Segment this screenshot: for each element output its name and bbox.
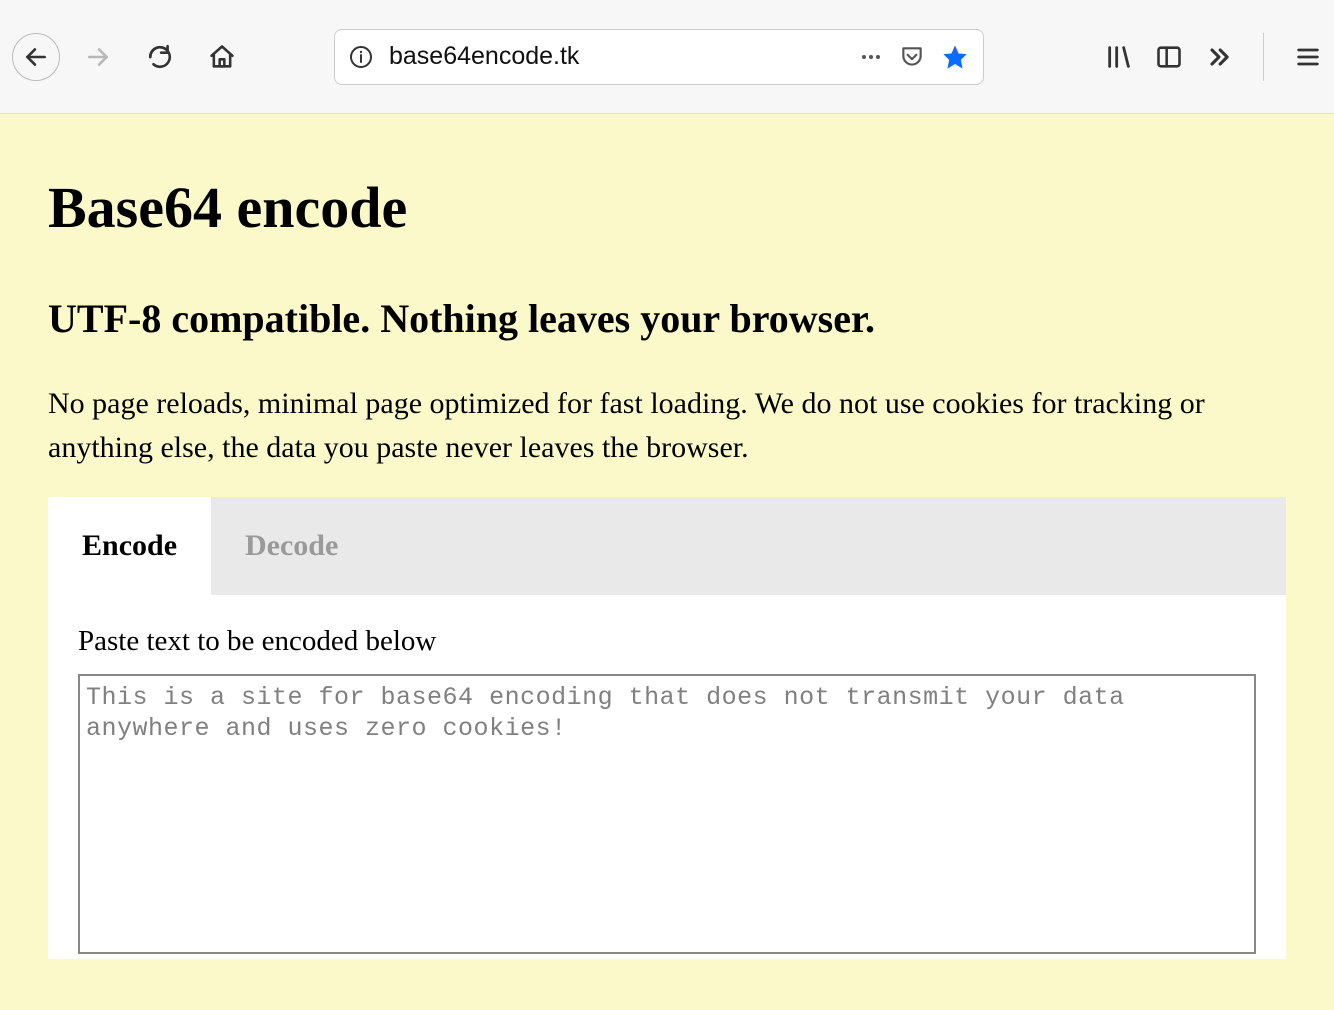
tab-container: Encode Decode Paste text to be encoded b… <box>48 497 1286 959</box>
home-button[interactable] <box>198 33 246 81</box>
page-actions-button[interactable] <box>859 45 883 69</box>
info-icon <box>349 45 373 69</box>
ellipsis-icon <box>859 45 883 69</box>
library-button[interactable] <box>1105 43 1133 71</box>
encode-panel: Paste text to be encoded below <box>48 595 1286 959</box>
address-bar-wrap: base64encode.tk <box>334 29 984 85</box>
page-subtitle: UTF-8 compatible. Nothing leaves your br… <box>48 295 1286 342</box>
app-menu-button[interactable] <box>1294 43 1322 71</box>
sidebar-icon <box>1155 43 1183 71</box>
browser-toolbar: base64encode.tk <box>0 0 1334 114</box>
toolbar-right-group <box>1105 33 1322 81</box>
reload-button[interactable] <box>136 33 184 81</box>
pocket-button[interactable] <box>899 44 925 70</box>
star-filled-icon <box>941 43 969 71</box>
encode-prompt: Paste text to be encoded below <box>78 625 1256 658</box>
address-bar-actions <box>859 43 969 71</box>
nav-button-group <box>12 33 246 81</box>
chevrons-right-icon <box>1205 43 1233 71</box>
address-bar[interactable]: base64encode.tk <box>334 29 984 85</box>
tab-encode[interactable]: Encode <box>48 497 211 595</box>
bookmark-button[interactable] <box>941 43 969 71</box>
library-icon <box>1105 43 1133 71</box>
page-title: Base64 encode <box>48 174 1286 241</box>
url-text[interactable]: base64encode.tk <box>389 42 843 71</box>
sidebar-toggle-button[interactable] <box>1155 43 1183 71</box>
overflow-button[interactable] <box>1205 43 1233 71</box>
encode-input[interactable] <box>78 674 1256 954</box>
pocket-icon <box>899 44 925 70</box>
hamburger-icon <box>1294 43 1322 71</box>
site-info-button[interactable] <box>349 45 373 69</box>
tab-decode[interactable]: Decode <box>211 497 372 595</box>
forward-button[interactable] <box>74 33 122 81</box>
home-icon <box>208 43 236 71</box>
toolbar-divider <box>1263 33 1264 81</box>
page-description: No page reloads, minimal page optimized … <box>48 382 1286 469</box>
arrow-left-icon <box>23 44 49 70</box>
arrow-right-icon <box>85 44 111 70</box>
reload-icon <box>147 44 173 70</box>
page-body: Base64 encode UTF-8 compatible. Nothing … <box>0 114 1334 1010</box>
back-button[interactable] <box>12 33 60 81</box>
tab-row: Encode Decode <box>48 497 1286 595</box>
